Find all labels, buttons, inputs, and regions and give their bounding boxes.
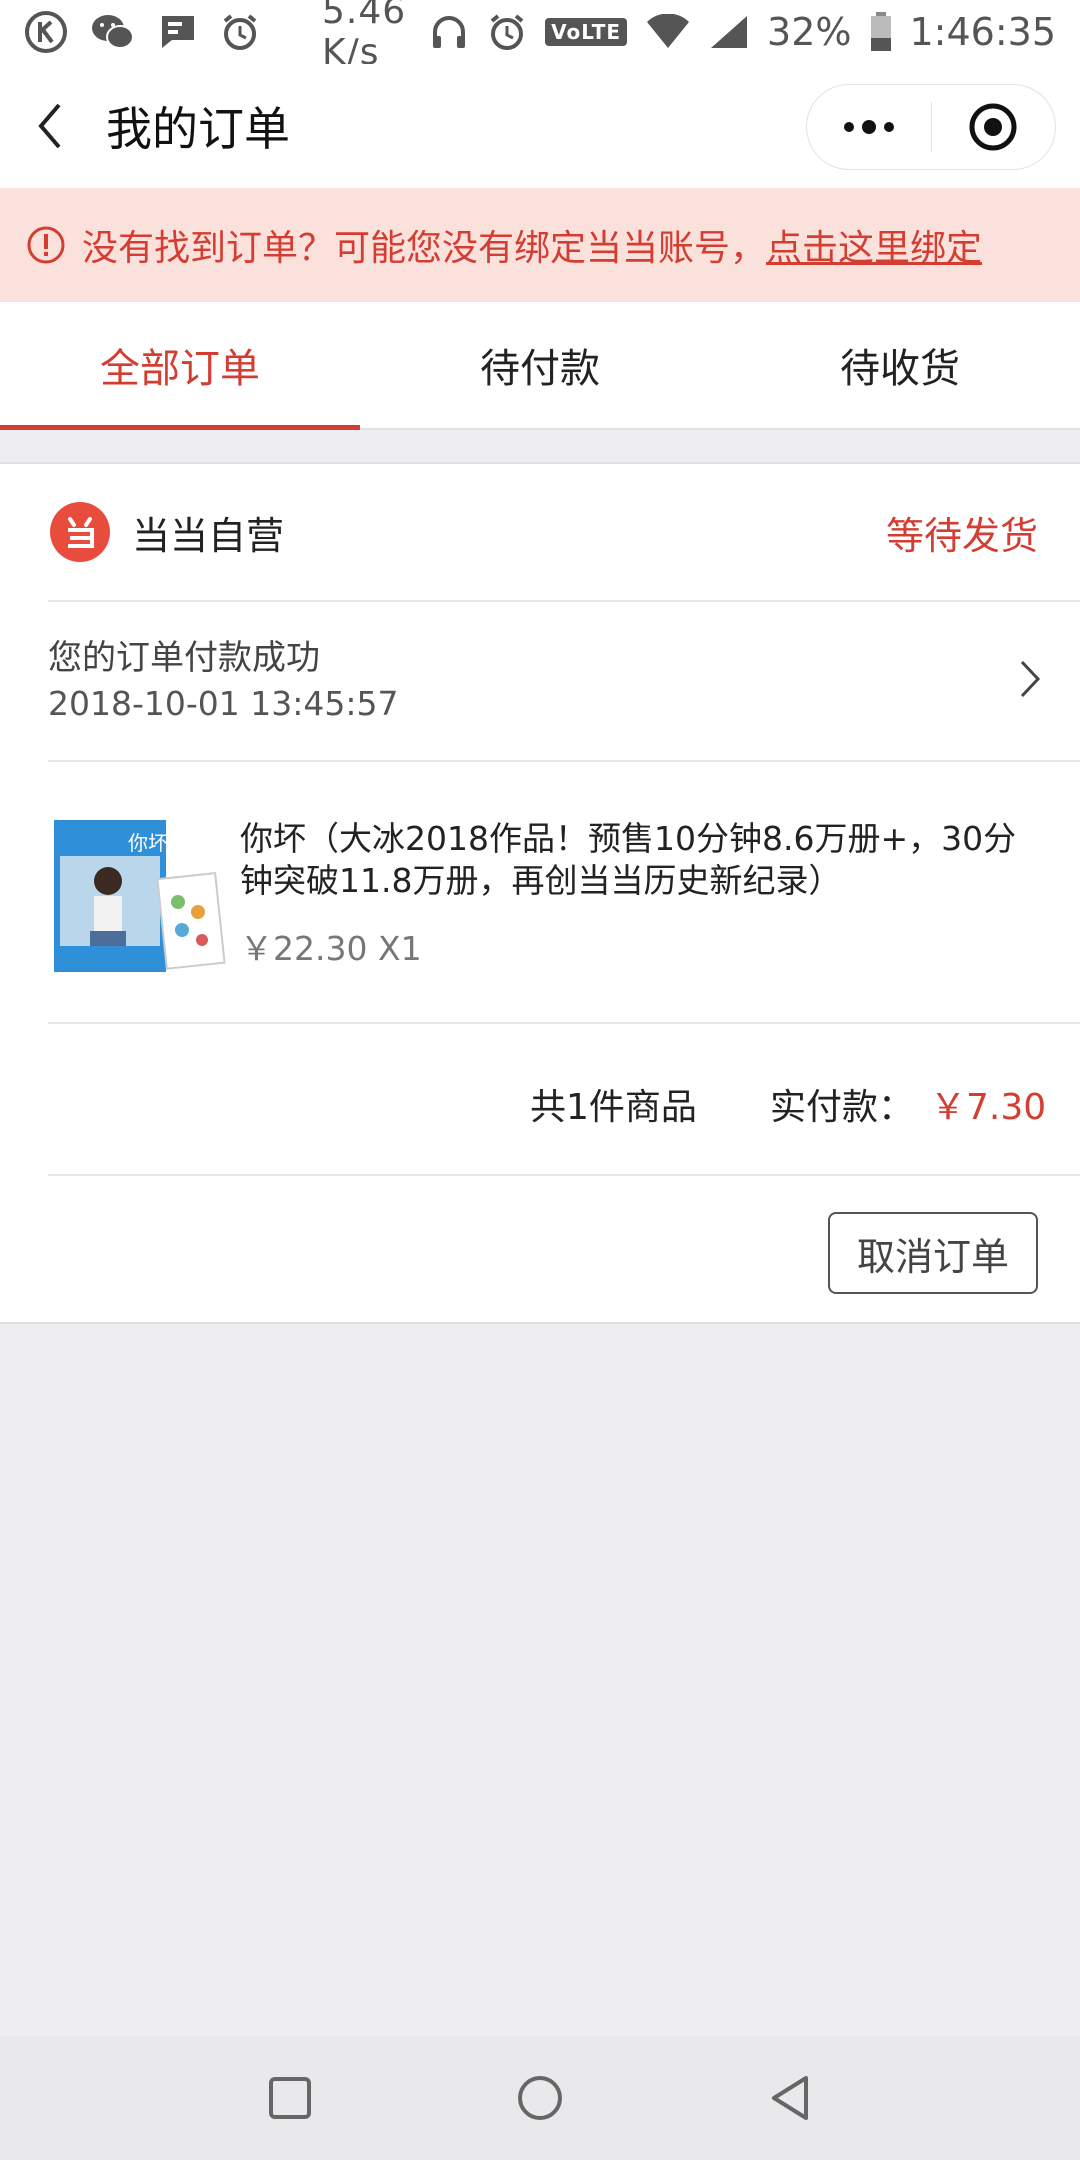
volte-badge: VoLTE <box>545 18 628 46</box>
tab-pending-receipt[interactable]: 待收货 <box>720 302 1080 428</box>
alert-circle-icon <box>26 225 66 265</box>
system-nav-bar <box>0 2036 1080 2160</box>
chevron-right-icon <box>1020 660 1041 698</box>
paid-amount: ￥7.30 <box>930 1087 1047 1128</box>
book-cover-image: 你坏 <box>54 820 226 972</box>
message-icon <box>158 12 198 52</box>
item-count: 共1件商品 <box>530 1087 697 1128</box>
signal-icon <box>709 14 749 50</box>
product-price-qty: ￥22.30 X1 <box>240 929 422 968</box>
order-message: 您的订单付款成功 <box>48 638 320 678</box>
headphones-icon <box>429 12 469 52</box>
bind-account-link[interactable]: 点击这里绑定 <box>766 219 982 271</box>
notice-text: 没有找到订单？可能您没有绑定当当账号， <box>82 228 767 269</box>
paid-label: 实付款： <box>770 1087 915 1128</box>
order-card[interactable]: 当当自营 等待发货 您的订单付款成功 2018-10-01 13:45:57 你… <box>0 462 1080 1324</box>
clock: 1:46:35 <box>909 10 1057 54</box>
home-button[interactable] <box>505 2063 575 2133</box>
book-cover-title: 你坏 <box>128 831 168 855</box>
order-summary: 共1件商品 实付款： ￥7.30 <box>48 1024 1080 1176</box>
close-miniprogram-button[interactable] <box>932 85 1056 169</box>
back-button[interactable] <box>0 64 100 188</box>
k-app-icon <box>24 10 68 54</box>
triangle-back-icon <box>772 2076 808 2120</box>
mini-program-capsule <box>806 84 1056 170</box>
shop-header: 当当自营 等待发货 <box>48 464 1080 602</box>
order-tabs: 全部订单 待付款 待收货 <box>0 302 1080 430</box>
page-title: 我的订单 <box>106 102 290 156</box>
order-time: 2018-10-01 13:45:57 <box>48 684 399 723</box>
wechat-icon <box>90 12 136 52</box>
bind-account-notice: 没有找到订单？可能您没有绑定当当账号， 点击这里绑定 <box>0 188 1080 302</box>
more-button[interactable] <box>807 85 931 169</box>
wifi-icon <box>645 14 691 50</box>
system-back-button[interactable] <box>755 2063 825 2133</box>
order-actions: 取消订单 <box>48 1176 1080 1326</box>
chevron-left-icon <box>38 103 61 149</box>
circle-icon <box>518 2076 562 2120</box>
recents-button[interactable] <box>255 2063 325 2133</box>
product-title: 你坏（大冰2018作品！预售10分钟8.6万册+，30分钟突破11.8万册，再创… <box>240 819 1017 900</box>
square-icon <box>269 2077 311 2119</box>
nav-bar: 我的订单 <box>0 64 1080 188</box>
target-circle-icon <box>969 103 1017 151</box>
product-item[interactable]: 你坏 你坏（大冰2018作品！预售10分钟8.6万册+，30分钟突破11.8万册… <box>48 762 1080 1024</box>
net-speed: 5.46 K/s <box>322 0 407 73</box>
shop-name: 当当自营 <box>132 513 285 558</box>
battery-icon <box>870 12 892 52</box>
status-bar: 5.46 K/s VoLTE 32% 1:46:35 <box>0 0 1080 73</box>
more-dots-icon <box>843 120 894 134</box>
dangdang-logo-icon <box>50 502 110 562</box>
alarm-icon <box>220 12 260 52</box>
tab-pending-payment[interactable]: 待付款 <box>360 302 720 428</box>
alarm-icon <box>487 12 527 52</box>
order-status: 等待发货 <box>885 513 1038 558</box>
cancel-order-button[interactable]: 取消订单 <box>828 1212 1038 1294</box>
tab-all-orders[interactable]: 全部订单 <box>0 302 360 430</box>
battery-percent: 32% <box>767 10 852 54</box>
order-message-row[interactable]: 您的订单付款成功 2018-10-01 13:45:57 <box>48 602 1080 762</box>
